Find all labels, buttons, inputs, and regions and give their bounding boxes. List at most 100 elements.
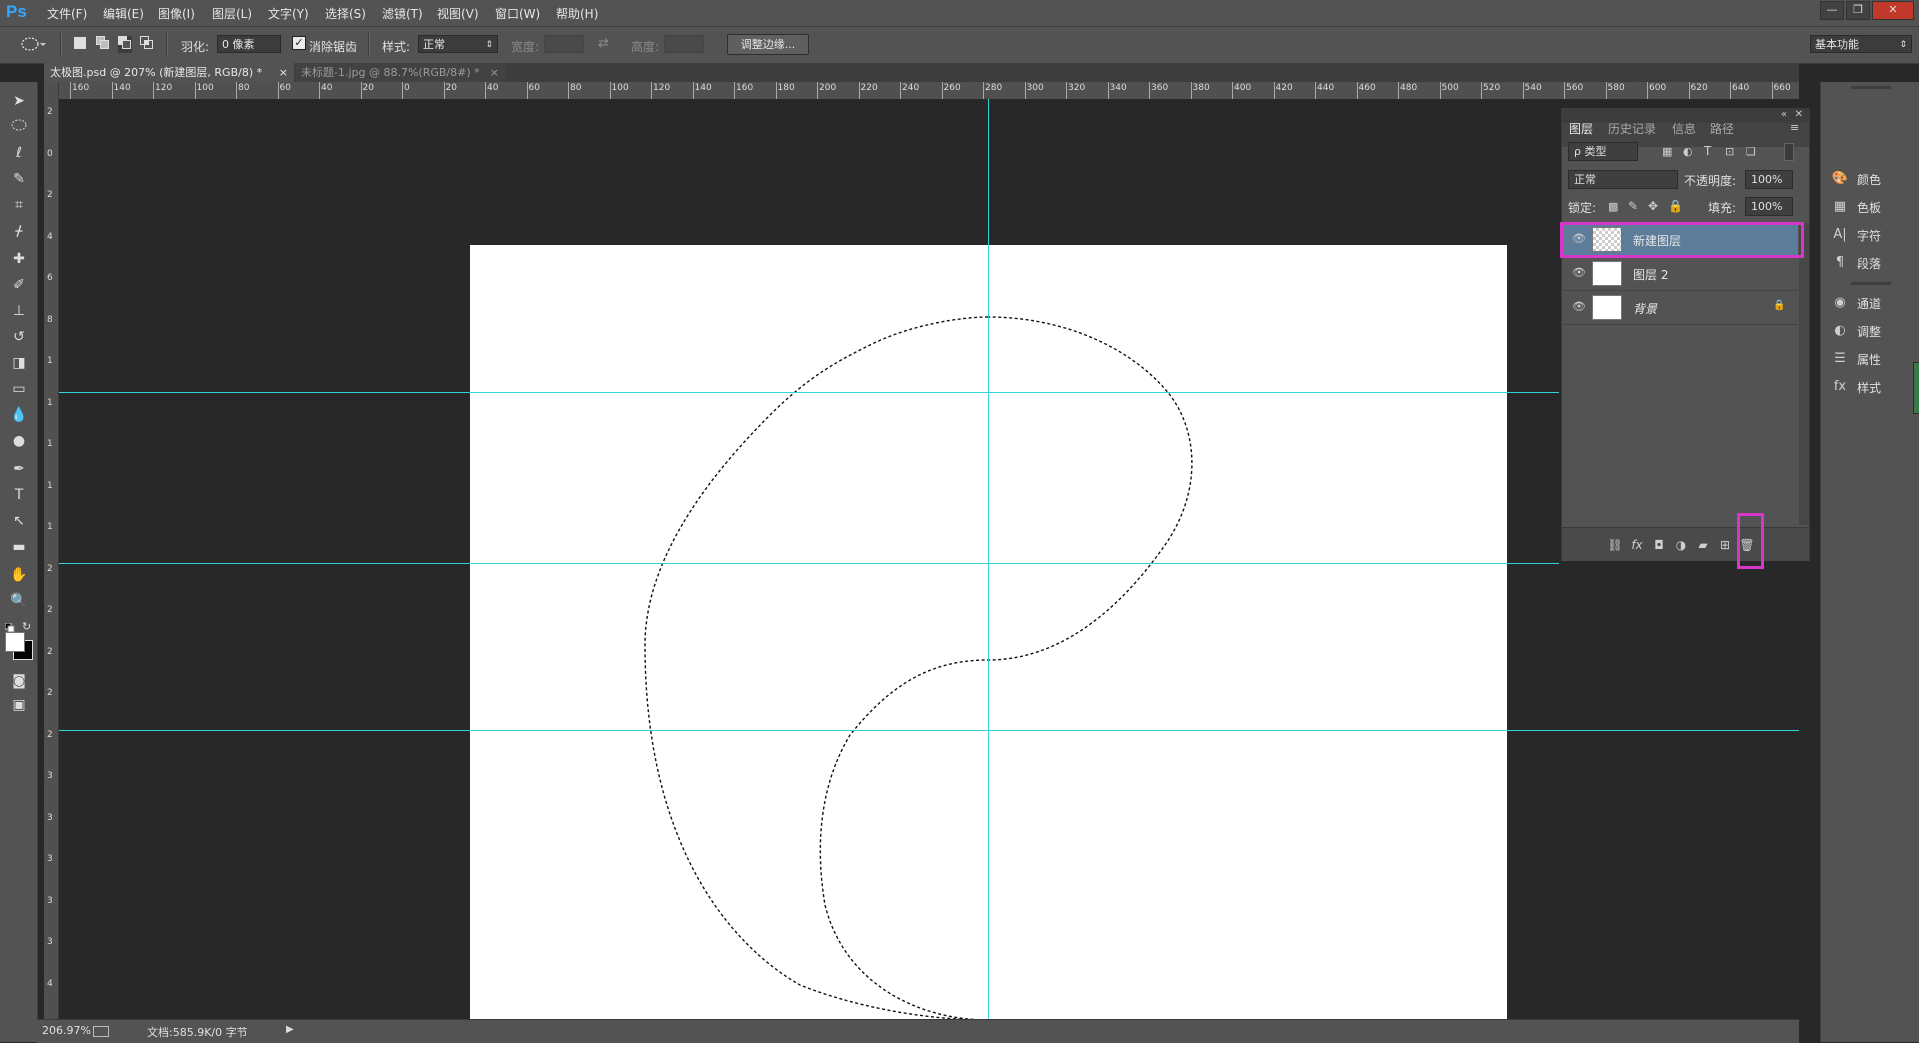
menu-file[interactable]: 文件(F) [47, 5, 87, 22]
default-colors-icon[interactable] [4, 622, 15, 633]
move-tool-icon[interactable]: ➤ [7, 90, 31, 112]
dock-adjustments[interactable]: ◐ 调整 [1831, 320, 1911, 342]
swap-icon[interactable]: ⇄ [598, 36, 609, 51]
eyedropper-tool-icon[interactable]: ᚋ [7, 220, 31, 242]
canvas-area[interactable] [59, 99, 1799, 1019]
link-layers-icon[interactable]: ⛓ [1606, 537, 1624, 553]
path-selection-tool-icon[interactable]: ↖ [7, 510, 31, 532]
dock-properties[interactable]: ☰ 属性 [1831, 348, 1911, 370]
zoom-level[interactable]: 206.97% [42, 1024, 91, 1037]
height-input[interactable] [664, 35, 704, 53]
blend-mode-select[interactable]: 正常 [1568, 170, 1678, 189]
guide-horizontal[interactable] [59, 392, 1559, 393]
rectangle-tool-icon[interactable]: ▬ [7, 536, 31, 558]
blur-tool-icon[interactable]: 💧 [7, 404, 31, 426]
pen-tool-icon[interactable]: ✒ [7, 458, 31, 480]
menu-select[interactable]: 选择(S) [325, 5, 366, 22]
layer-name[interactable]: 图层 2 [1633, 266, 1668, 283]
close-tab-icon[interactable]: × [279, 63, 288, 82]
clone-stamp-tool-icon[interactable]: ⊥ [7, 300, 31, 322]
add-selection-icon[interactable] [96, 36, 110, 53]
filter-type-icon[interactable]: T [1704, 144, 1711, 158]
add-mask-icon[interactable]: ◘ [1650, 537, 1668, 553]
collapse-icon[interactable]: « [1781, 109, 1787, 120]
lock-all-icon[interactable]: 🔒 [1668, 199, 1683, 213]
lock-pixels-icon[interactable]: ✎ [1628, 199, 1638, 213]
style-select[interactable]: 正常 ⇕ [418, 35, 498, 53]
subtract-selection-icon[interactable] [118, 36, 132, 53]
guide-horizontal[interactable] [59, 730, 1799, 731]
refine-edge-button[interactable]: 调整边缘... [727, 34, 809, 55]
filter-toggle[interactable] [1784, 143, 1794, 161]
tab-paths[interactable]: 路径 [1710, 120, 1734, 137]
dock-swatches[interactable]: ▦ 色板 [1831, 196, 1911, 218]
screen-mode-icon[interactable]: ▣ [7, 694, 31, 716]
crop-tool-icon[interactable]: ⌗ [7, 194, 31, 216]
menu-type[interactable]: 文字(Y) [268, 5, 309, 22]
filter-pixel-icon[interactable]: ▦ [1662, 145, 1672, 158]
lock-transparency-icon[interactable]: ▩ [1608, 200, 1618, 213]
intersect-selection-icon[interactable] [140, 36, 154, 53]
layer-row[interactable]: 👁 背景 🔒 [1563, 291, 1798, 325]
zoom-preview-icon[interactable] [93, 1026, 109, 1037]
fx-icon[interactable]: fx [1628, 537, 1646, 553]
layer-name[interactable]: 背景 [1633, 300, 1657, 317]
dock-collapse-handle[interactable] [1913, 362, 1919, 414]
menu-view[interactable]: 视图(V) [437, 5, 479, 22]
new-selection-icon[interactable] [74, 37, 86, 49]
dock-paragraph[interactable]: ¶ 段落 [1831, 252, 1911, 274]
gradient-tool-icon[interactable]: ▭ [7, 378, 31, 400]
dock-character[interactable]: A| 字符 [1831, 224, 1911, 246]
filter-shape-icon[interactable]: ⊡ [1725, 145, 1734, 158]
history-brush-tool-icon[interactable]: ↺ [7, 326, 31, 348]
dock-styles[interactable]: fx 样式 [1831, 376, 1911, 398]
brush-tool-icon[interactable]: ✐ [7, 274, 31, 296]
new-group-icon[interactable]: ▰ [1694, 537, 1712, 553]
filter-adjustment-icon[interactable]: ◐ [1683, 145, 1693, 158]
layers-scrollbar[interactable] [1799, 223, 1809, 525]
guide-horizontal[interactable] [59, 563, 1559, 564]
guide-vertical[interactable] [988, 99, 989, 1019]
eraser-tool-icon[interactable]: ◨ [7, 352, 31, 374]
tab-taiji-psd[interactable]: 太极图.psd @ 207% (新建图层, RGB/8) * × [44, 63, 294, 82]
minimize-button[interactable]: — [1820, 1, 1844, 20]
quick-selection-tool-icon[interactable]: ✎ [7, 168, 31, 190]
fill-input[interactable]: 100% [1745, 197, 1793, 216]
ruler-origin[interactable] [44, 82, 59, 100]
tab-untitled-jpg[interactable]: 未标题-1.jpg @ 88.7%(RGB/8#) * × [295, 63, 505, 82]
foreground-color-swatch[interactable] [5, 632, 25, 652]
workspace-select[interactable]: 基本功能 ⇕ [1810, 35, 1912, 53]
new-layer-icon[interactable]: ⊞ [1716, 537, 1734, 553]
feather-input[interactable]: 0 像素 [217, 35, 281, 53]
adjustment-layer-icon[interactable]: ◑ [1672, 537, 1690, 553]
filter-smart-object-icon[interactable]: ❑ [1746, 145, 1756, 158]
filter-kind-select[interactable]: ρ 类型 [1568, 142, 1638, 161]
panel-close-icon[interactable]: ✕ [1795, 109, 1803, 120]
zoom-tool-icon[interactable]: 🔍 [7, 590, 31, 612]
tab-history[interactable]: 历史记录 [1608, 120, 1656, 137]
visibility-eye-icon[interactable]: 👁 [1571, 265, 1587, 281]
healing-brush-tool-icon[interactable]: ✚ [7, 248, 31, 270]
dock-color[interactable]: 🎨 颜色 [1831, 168, 1911, 190]
width-input[interactable] [544, 35, 584, 53]
dock-channels[interactable]: ◉ 通道 [1831, 292, 1911, 314]
menu-layer[interactable]: 图层(L) [212, 5, 252, 22]
layer-row[interactable]: 👁 图层 2 [1563, 257, 1798, 291]
lock-position-icon[interactable]: ✥ [1648, 199, 1658, 213]
menu-image[interactable]: 图像(I) [158, 5, 195, 22]
hand-tool-icon[interactable]: ✋ [7, 564, 31, 586]
menu-edit[interactable]: 编辑(E) [103, 5, 144, 22]
lasso-tool-icon[interactable]: ℓ [7, 142, 31, 164]
visibility-eye-icon[interactable]: 👁 [1571, 299, 1587, 315]
menu-window[interactable]: 窗口(W) [495, 5, 540, 22]
menu-filter[interactable]: 滤镜(T) [382, 5, 423, 22]
restore-button[interactable]: ❐ [1846, 1, 1870, 20]
dodge-tool-icon[interactable]: ● [7, 430, 31, 452]
panel-menu-icon[interactable]: ≡ [1790, 121, 1799, 134]
status-menu-arrow-icon[interactable]: ▶ [286, 1024, 294, 1035]
tab-layers[interactable]: 图层 [1569, 120, 1593, 137]
elliptical-marquee-tool-icon[interactable] [7, 116, 31, 138]
menu-help[interactable]: 帮助(H) [556, 5, 598, 22]
tab-info[interactable]: 信息 [1672, 120, 1696, 137]
type-tool-icon[interactable]: T [7, 484, 31, 506]
